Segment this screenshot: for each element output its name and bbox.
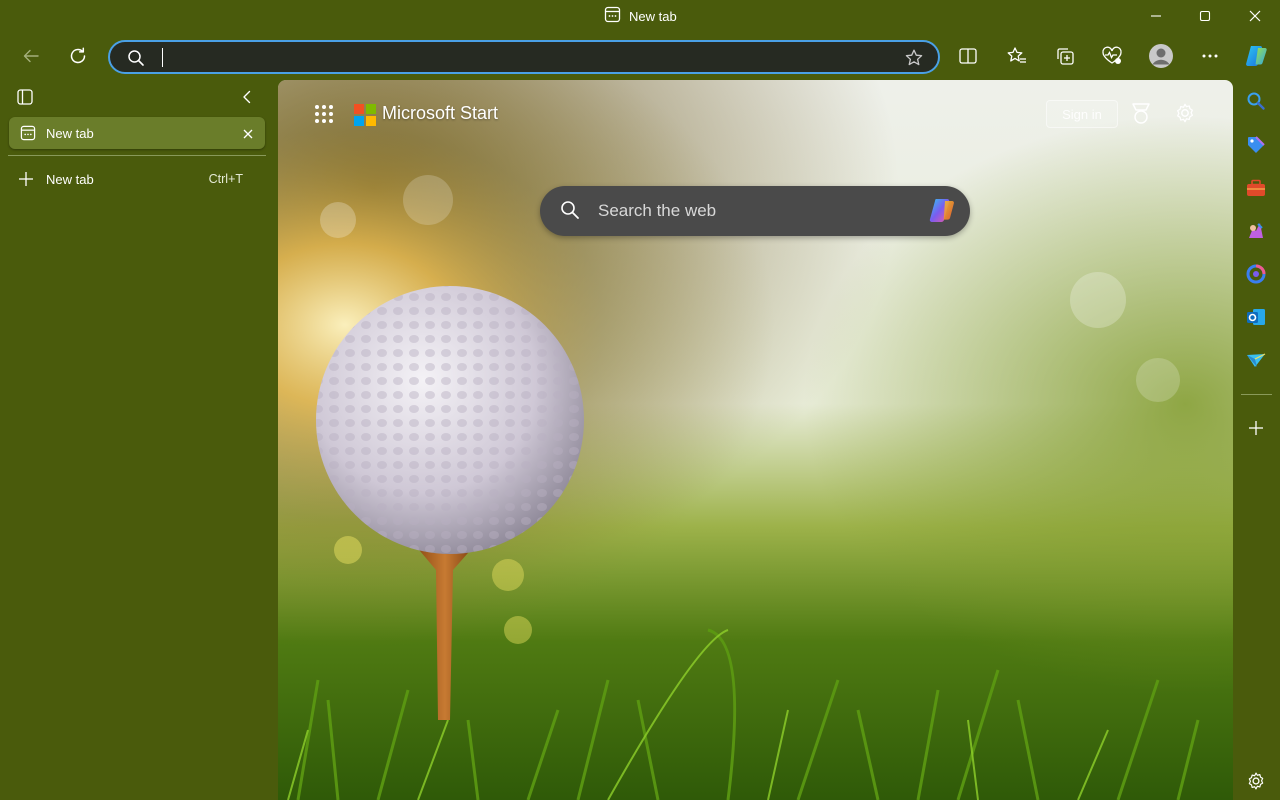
collections-icon xyxy=(1057,48,1074,65)
brand-name: Microsoft Start xyxy=(382,103,499,123)
vertical-tabs-pane: New tab New tab Ctrl+T xyxy=(0,80,278,800)
copilot-app-icon xyxy=(1246,264,1266,284)
address-bar[interactable] xyxy=(108,40,940,74)
split-screen-button[interactable] xyxy=(952,40,984,72)
favorites-icon xyxy=(1007,47,1026,63)
maximize-icon xyxy=(1199,10,1211,22)
tab-title: New tab xyxy=(46,125,94,141)
send-icon xyxy=(1247,353,1266,367)
refresh-button[interactable] xyxy=(62,40,94,72)
copilot-icon xyxy=(1246,46,1267,66)
browser-essentials-icon xyxy=(1102,46,1122,64)
maximize-button[interactable] xyxy=(1182,0,1228,32)
profile-button[interactable] xyxy=(1145,40,1177,72)
collapse-pane-button[interactable] xyxy=(238,88,258,108)
new-tab-page: Microsoft Start Sign in Search the web xyxy=(278,80,1233,800)
window-title-text: New tab xyxy=(629,8,677,24)
tab-divider xyxy=(8,155,266,156)
tools-icon xyxy=(1247,179,1265,196)
tab-actions-icon xyxy=(17,89,33,105)
refresh-icon xyxy=(70,47,86,64)
outlook-icon xyxy=(1247,309,1265,325)
close-button[interactable] xyxy=(1232,0,1278,32)
sidebar-search-button[interactable] xyxy=(1241,86,1271,116)
tab-new-tab[interactable]: New tab xyxy=(9,117,265,149)
gear-icon xyxy=(1177,103,1193,123)
new-tab-shortcut: Ctrl+T xyxy=(208,172,243,186)
new-tab-button[interactable]: New tab Ctrl+T xyxy=(8,164,266,194)
address-input[interactable] xyxy=(156,46,876,68)
ntp-header: Microsoft Start Sign in xyxy=(278,80,1233,150)
chevron-left-icon xyxy=(243,90,251,104)
plus-icon xyxy=(18,171,34,192)
web-search-box[interactable]: Search the web xyxy=(540,186,970,236)
app-launcher-button[interactable] xyxy=(314,104,334,124)
favorite-star-icon[interactable] xyxy=(904,48,924,73)
sidebar-shopping-button[interactable] xyxy=(1241,130,1271,160)
copilot-button[interactable] xyxy=(1240,40,1272,72)
toolbar xyxy=(0,36,1280,78)
search-placeholder: Search the web xyxy=(598,201,717,220)
close-tab-icon[interactable] xyxy=(242,127,254,145)
new-tab-icon xyxy=(20,125,36,146)
sidebar-games-button[interactable] xyxy=(1241,216,1271,246)
copilot-icon[interactable] xyxy=(926,196,958,231)
favorites-button[interactable] xyxy=(1001,40,1033,72)
sidebar-settings-button[interactable] xyxy=(1241,766,1271,796)
close-icon xyxy=(1249,10,1261,22)
back-button[interactable] xyxy=(15,40,47,72)
app-launcher-icon xyxy=(315,105,333,123)
window-title: New tab xyxy=(604,6,677,26)
more-icon xyxy=(1202,54,1218,58)
games-icon xyxy=(1249,223,1263,238)
profile-icon xyxy=(1149,44,1173,68)
microsoft-logo-icon xyxy=(354,104,376,126)
browser-essentials-button[interactable] xyxy=(1096,40,1128,72)
sidebar-tools-button[interactable] xyxy=(1241,173,1271,203)
right-sidebar xyxy=(1233,80,1280,800)
sidebar-copilot-app-button[interactable] xyxy=(1241,259,1271,289)
title-bar: New tab xyxy=(0,0,1280,32)
new-tab-icon xyxy=(604,6,621,26)
rewards-icon xyxy=(1132,103,1150,124)
sidebar-add-button[interactable] xyxy=(1241,413,1271,443)
minimize-icon xyxy=(1151,15,1161,17)
shopping-tag-icon xyxy=(1248,136,1265,153)
tab-actions-button[interactable] xyxy=(16,88,36,108)
split-screen-icon xyxy=(959,48,977,64)
search-icon xyxy=(127,49,145,72)
sidebar-divider xyxy=(1241,394,1272,395)
search-icon xyxy=(1247,92,1265,110)
add-icon xyxy=(1249,421,1263,435)
minimize-button[interactable] xyxy=(1133,0,1179,32)
sidebar-send-button[interactable] xyxy=(1241,345,1271,375)
search-icon xyxy=(560,200,580,225)
page-settings-button[interactable] xyxy=(1174,102,1196,129)
settings-icon xyxy=(1248,772,1264,790)
new-tab-label: New tab xyxy=(46,171,94,187)
back-icon xyxy=(23,49,39,63)
collections-button[interactable] xyxy=(1049,40,1081,72)
sidebar-outlook-button[interactable] xyxy=(1241,302,1271,332)
sign-in-button[interactable]: Sign in xyxy=(1046,100,1118,128)
more-button[interactable] xyxy=(1194,40,1226,72)
rewards-button[interactable] xyxy=(1130,102,1152,131)
